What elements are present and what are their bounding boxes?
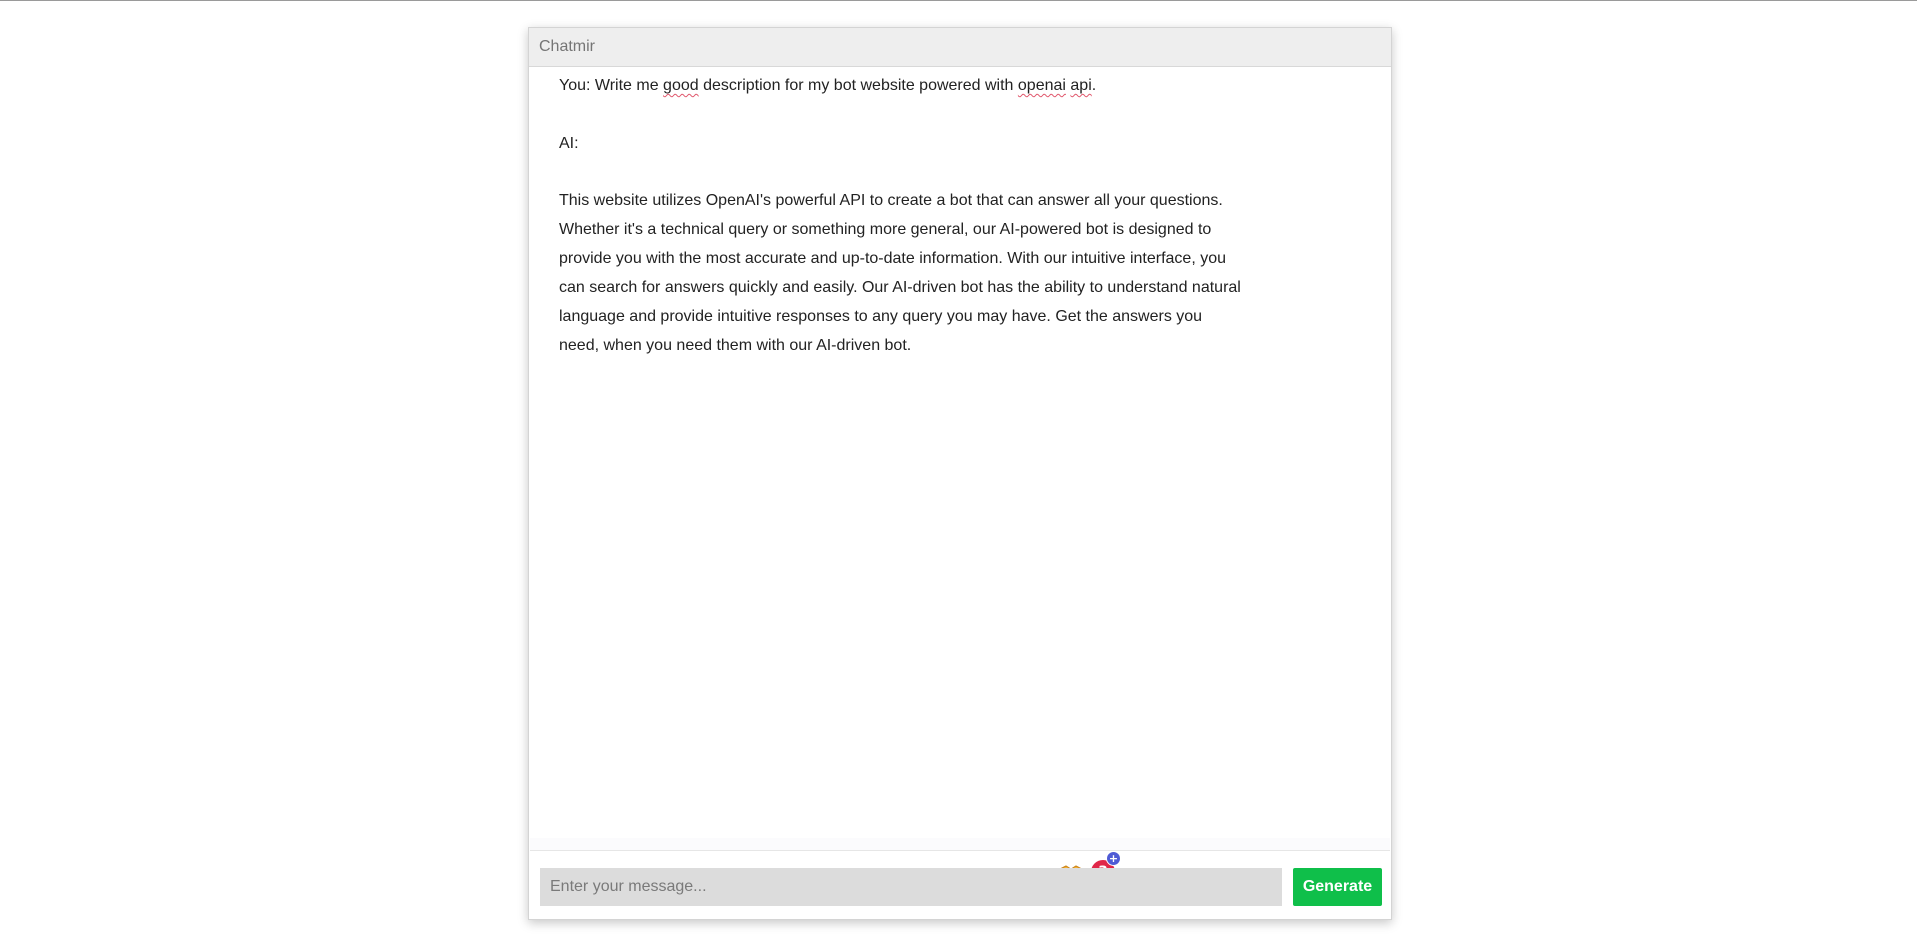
user-message: You: Write me good description for my bo… (559, 71, 1259, 100)
ai-label: AI: (559, 135, 579, 152)
app-title: Chatmir (539, 38, 596, 55)
chat-window: Chatmir You: Write me good description f… (528, 27, 1392, 920)
user-text: Write me (594, 77, 664, 94)
chat-messages-area[interactable]: You: Write me good description for my bo… (530, 67, 1390, 884)
user-prefix: You: (559, 77, 595, 94)
chat-header: Chatmir (529, 28, 1391, 67)
misspelled-word[interactable]: good (663, 77, 699, 94)
misspelled-word[interactable]: openai (1018, 77, 1066, 94)
browser-top-border (0, 0, 1917, 1)
message-input[interactable] (540, 868, 1282, 906)
ai-response: This website utilizes OpenAI's powerful … (559, 192, 1241, 354)
composer: Generate (530, 858, 1390, 918)
user-text: . (1091, 77, 1097, 94)
generate-button[interactable]: Generate (1293, 868, 1382, 906)
user-text: description for my bot website powered w… (698, 77, 1018, 94)
misspelled-word[interactable]: api (1070, 77, 1091, 94)
scroll-shade (530, 838, 1390, 850)
chat-messages-scroll[interactable]: You: Write me good description for my bo… (530, 67, 1382, 884)
